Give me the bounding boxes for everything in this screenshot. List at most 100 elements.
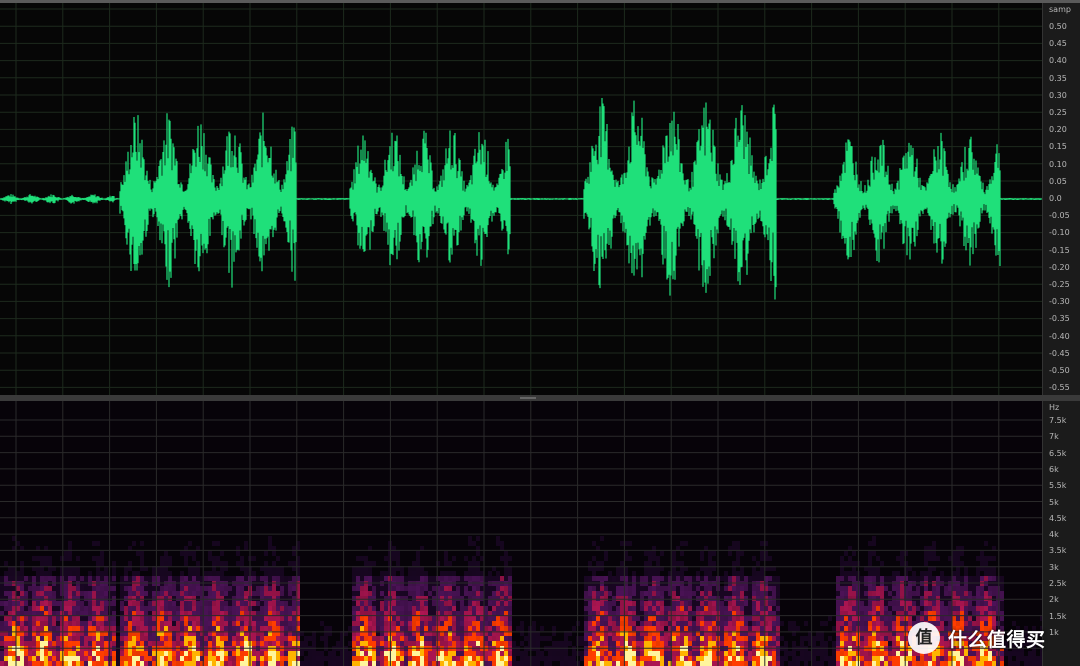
spectrogram-cell [356,571,360,576]
spectrogram-cell [844,626,848,631]
spectrogram-cell [452,591,456,596]
waveform-view[interactable] [0,3,1042,395]
spectrogram-cell [44,601,48,606]
spectrogram-cell [616,661,620,666]
spectrogram-canvas[interactable] [0,401,1042,666]
spectrogram-cell [640,661,644,666]
spectrogram-cell [640,616,644,621]
spectrogram-cell [752,606,756,611]
spectrogram-cell [708,556,712,561]
spectrogram-cell [592,651,596,656]
spectrogram-cell [656,641,660,646]
spectrogram-cell [176,601,180,606]
spectrogram-cell [628,661,632,666]
spectrogram-view[interactable] [0,401,1042,666]
spectrogram-cell [580,641,584,646]
spectrogram-cell [124,601,128,606]
spectrogram-cell [428,656,432,661]
spectrogram-cell [940,571,944,576]
spectrogram-cell [656,591,660,596]
spectrogram-cell [688,586,692,591]
spectrogram-cell [736,541,740,546]
spectrogram-cell [392,551,396,556]
spectrogram-cell [768,626,772,631]
spectrogram-cell [612,596,616,601]
spectrogram-cell [992,616,996,621]
spectrogram-cell [944,576,948,581]
spectrogram-cell [96,656,100,661]
spectrogram-cell [536,636,540,641]
spectrogram-cell [620,601,624,606]
spectrogram-cell [896,621,900,626]
spectrogram-cell [212,571,216,576]
spectrogram-cell [600,596,604,601]
spectrogram-cell [212,621,216,626]
waveform-canvas[interactable] [0,3,1042,395]
spectrogram-cell [736,571,740,576]
spectrogram-cell [632,651,636,656]
amplitude-tick-label: -0.25 [1049,280,1070,289]
spectrogram-cell [1024,661,1028,666]
spectrogram-cell [560,651,564,656]
spectrogram-cell [592,661,596,666]
spectrogram-cell [456,641,460,646]
spectrogram-cell [8,591,12,596]
spectrogram-cell [16,606,20,611]
spectrogram-cell [864,661,868,666]
spectrogram-cell [88,606,92,611]
spectrogram-cell [112,596,116,601]
spectrogram-cell [432,636,436,641]
spectrogram-cell [696,586,700,591]
spectrogram-cell [204,661,208,666]
spectrogram-cell [532,626,536,631]
spectrogram-cell [72,596,76,601]
spectrogram-cell [236,551,240,556]
spectrogram-cell [692,656,696,661]
spectrogram-cell [744,651,748,656]
spectrogram-cell [276,601,280,606]
spectrogram-cell [924,586,928,591]
spectrogram-cell [996,601,1000,606]
spectrogram-cell [472,616,476,621]
spectrogram-cell [420,576,424,581]
spectrogram-cell [760,591,764,596]
spectrogram-cell [132,621,136,626]
spectrogram-cell [456,621,460,626]
spectrogram-cell [848,606,852,611]
spectrogram-cell [64,551,68,556]
spectrogram-cell [500,636,504,641]
spectrogram-cell [700,651,704,656]
spectrogram-cell [256,576,260,581]
spectrogram-cell [192,616,196,621]
spectrogram-cell [456,596,460,601]
spectrogram-cell [188,636,192,641]
spectrogram-cell [776,626,780,631]
spectrogram-cell [508,621,512,626]
spectrogram-cell [988,556,992,561]
spectrogram-cell [892,626,896,631]
spectrogram-cell [956,656,960,661]
spectrogram-cell [104,616,108,621]
spectrogram-cell [0,576,4,581]
spectrogram-cell [660,651,664,656]
spectrogram-cell [268,576,272,581]
spectrogram-cell [812,661,816,666]
spectrogram-cell [64,606,68,611]
spectrogram-cell [252,651,256,656]
spectrogram-cell [740,656,744,661]
spectrogram-cell [756,621,760,626]
spectrogram-cell [888,641,892,646]
spectrogram-cell [392,661,396,666]
spectrogram-cell [284,661,288,666]
spectrogram-cell [436,651,440,656]
spectrogram-cell [824,651,828,656]
spectrogram-cell [540,656,544,661]
spectrogram-cell [696,661,700,666]
frequency-tick-label: 7.5k [1049,416,1067,425]
spectrogram-cell [44,591,48,596]
spectrogram-cell [844,661,848,666]
spectrogram-cell [496,621,500,626]
spectrogram-cell [408,576,412,581]
splitter-grip-icon[interactable] [520,397,536,399]
spectrogram-cell [632,621,636,626]
